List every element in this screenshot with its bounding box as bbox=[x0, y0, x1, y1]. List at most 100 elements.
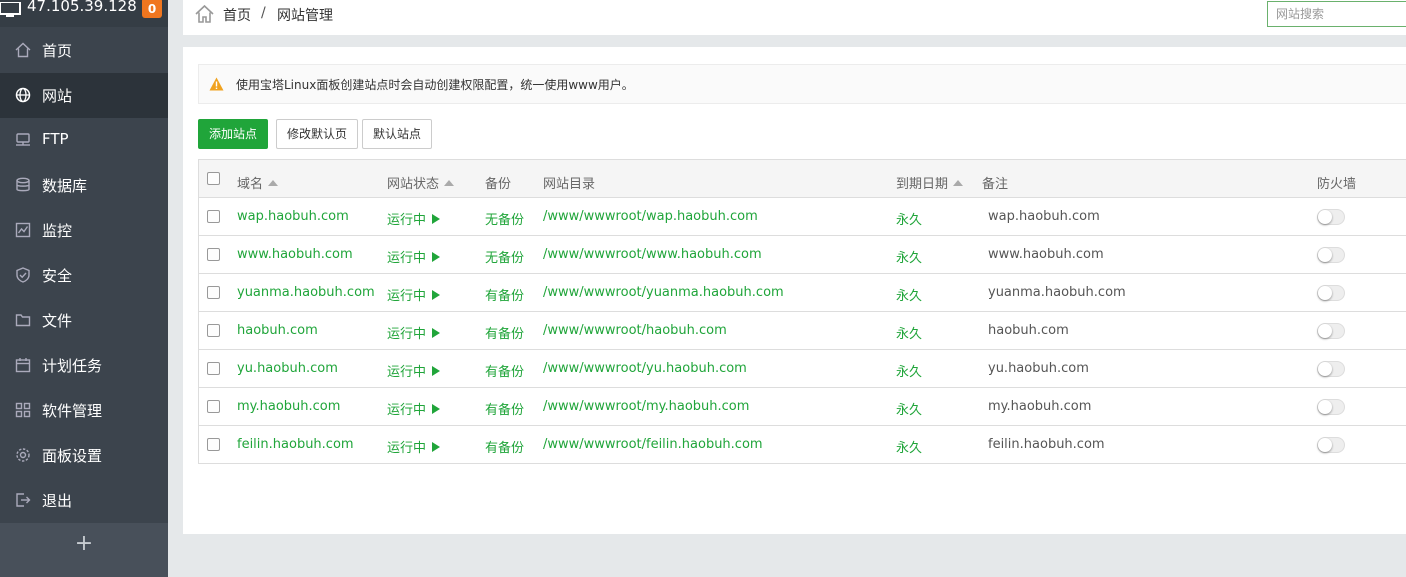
add-site-button[interactable]: 添加站点 bbox=[198, 119, 268, 149]
site-remark[interactable]: yuanma.haobuh.com bbox=[988, 285, 1126, 300]
site-path-link[interactable]: /www/wwwroot/www.haobuh.com bbox=[543, 247, 762, 262]
sidebar: 47.105.39.128 0 首页 网站 FTP 数据库 监控 安全文件计划任务 软件管理… bbox=[0, 0, 168, 577]
expiry-date[interactable]: 永久 bbox=[896, 209, 922, 228]
site-path-link[interactable]: /www/wwwroot/yu.haobuh.com bbox=[543, 361, 747, 376]
site-status-toggle[interactable]: 运行中 bbox=[387, 247, 441, 266]
site-status-toggle[interactable]: 运行中 bbox=[387, 323, 441, 342]
default-site-button[interactable]: 默认站点 bbox=[362, 119, 432, 149]
shield-icon bbox=[16, 267, 30, 283]
site-path-link[interactable]: /www/wwwroot/feilin.haobuh.com bbox=[543, 437, 763, 452]
site-domain-link[interactable]: yu.haobuh.com bbox=[237, 361, 338, 376]
table-row: wap.haobuh.com 运行中 无备份/www/wwwroot/wap.hao… bbox=[199, 198, 1406, 236]
globe-icon bbox=[15, 87, 31, 103]
site-status-toggle[interactable]: 运行中 bbox=[387, 361, 441, 380]
notification-badge[interactable]: 0 bbox=[142, 0, 162, 18]
firewall-toggle[interactable] bbox=[1317, 285, 1345, 301]
row-checkbox[interactable] bbox=[207, 438, 220, 451]
add-shortcut-button[interactable]: + bbox=[0, 523, 168, 577]
server-info: 47.105.39.128 0 bbox=[0, 0, 168, 27]
site-remark[interactable]: www.haobuh.com bbox=[988, 247, 1104, 262]
backup-link[interactable]: 有备份 bbox=[485, 399, 524, 418]
sidebar-item-label: 文件 bbox=[42, 312, 73, 330]
select-all-checkbox[interactable] bbox=[207, 172, 220, 185]
sidebar-item-gear[interactable]: 面板设置 bbox=[0, 433, 168, 478]
site-status-toggle[interactable]: 运行中 bbox=[387, 285, 441, 304]
site-remark[interactable]: feilin.haobuh.com bbox=[988, 437, 1105, 452]
row-checkbox[interactable] bbox=[207, 248, 220, 261]
site-path-link[interactable]: /www/wwwroot/haobuh.com bbox=[543, 323, 727, 338]
site-domain-link[interactable]: wap.haobuh.com bbox=[237, 209, 349, 224]
site-domain-link[interactable]: my.haobuh.com bbox=[237, 399, 340, 414]
site-path-link[interactable]: /www/wwwroot/yuanma.haobuh.com bbox=[543, 285, 784, 300]
play-icon bbox=[432, 404, 441, 414]
firewall-toggle[interactable] bbox=[1317, 209, 1345, 225]
row-checkbox[interactable] bbox=[207, 286, 220, 299]
site-search-input[interactable] bbox=[1267, 1, 1406, 27]
header-domain[interactable]: 域名 bbox=[237, 173, 279, 192]
sites-table: 域名 网站状态 备份 网站目录 到期日期 备注 防火墙 wap.haobuh.c… bbox=[198, 159, 1406, 464]
site-domain-link[interactable]: haobuh.com bbox=[237, 323, 318, 338]
backup-link[interactable]: 无备份 bbox=[485, 209, 524, 228]
row-checkbox[interactable] bbox=[207, 324, 220, 337]
site-path-link[interactable]: /www/wwwroot/my.haobuh.com bbox=[543, 399, 749, 414]
sidebar-item-home[interactable]: 首页 bbox=[0, 28, 168, 73]
site-status-toggle[interactable]: 运行中 bbox=[387, 399, 441, 418]
notice-text: 使用宝塔Linux面板创建站点时会自动创建权限配置，统一使用www用户。 bbox=[236, 78, 634, 92]
database-icon bbox=[16, 177, 30, 192]
site-domain-link[interactable]: www.haobuh.com bbox=[237, 247, 353, 262]
firewall-toggle[interactable] bbox=[1317, 323, 1345, 339]
sort-icon bbox=[444, 180, 455, 186]
toggle-knob bbox=[1318, 286, 1332, 300]
expiry-date[interactable]: 永久 bbox=[896, 285, 922, 304]
site-status-toggle[interactable]: 运行中 bbox=[387, 209, 441, 228]
row-checkbox[interactable] bbox=[207, 362, 220, 375]
backup-link[interactable]: 有备份 bbox=[485, 437, 524, 456]
sidebar-item-apps[interactable]: 软件管理 bbox=[0, 388, 168, 433]
firewall-toggle[interactable] bbox=[1317, 399, 1345, 415]
expiry-date[interactable]: 永久 bbox=[896, 399, 922, 418]
folder-icon bbox=[15, 314, 31, 327]
backup-link[interactable]: 有备份 bbox=[485, 361, 524, 380]
expiry-date[interactable]: 永久 bbox=[896, 323, 922, 342]
site-remark[interactable]: yu.haobuh.com bbox=[988, 361, 1089, 376]
table-row: yuanma.haobuh.com 运行中 有备份/www/wwwroot/yuan… bbox=[199, 274, 1406, 312]
site-remark[interactable]: my.haobuh.com bbox=[988, 399, 1091, 414]
sidebar-item-ftp[interactable]: FTP bbox=[0, 118, 168, 163]
backup-link[interactable]: 有备份 bbox=[485, 285, 524, 304]
backup-link[interactable]: 无备份 bbox=[485, 247, 524, 266]
site-remark[interactable]: haobuh.com bbox=[988, 323, 1069, 338]
table-row: www.haobuh.com 运行中 无备份/www/wwwroot/www.hao… bbox=[199, 236, 1406, 274]
header-expiry[interactable]: 到期日期 bbox=[896, 173, 964, 192]
sidebar-item-logout[interactable]: 退出 bbox=[0, 478, 168, 523]
sidebar-item-database[interactable]: 数据库 bbox=[0, 163, 168, 208]
expiry-date[interactable]: 永久 bbox=[896, 247, 922, 266]
sidebar-item-globe[interactable]: 网站 bbox=[0, 73, 168, 118]
home-icon bbox=[15, 42, 31, 58]
expiry-date[interactable]: 永久 bbox=[896, 361, 922, 380]
breadcrumb-home[interactable]: 首页 bbox=[223, 5, 251, 25]
firewall-toggle[interactable] bbox=[1317, 247, 1345, 263]
sidebar-item-label: 退出 bbox=[42, 492, 73, 510]
sort-icon bbox=[268, 180, 279, 186]
sidebar-item-shield[interactable]: 安全 bbox=[0, 253, 168, 298]
row-checkbox[interactable] bbox=[207, 400, 220, 413]
expiry-date[interactable]: 永久 bbox=[896, 437, 922, 456]
toggle-knob bbox=[1318, 400, 1332, 414]
table-row: haobuh.com 运行中 有备份/www/wwwroot/haobuh.com 永… bbox=[199, 312, 1406, 350]
sidebar-item-calendar[interactable]: 计划任务 bbox=[0, 343, 168, 388]
edit-default-page-button[interactable]: 修改默认页 bbox=[276, 119, 358, 149]
sidebar-item-monitor[interactable]: 监控 bbox=[0, 208, 168, 253]
site-domain-link[interactable]: yuanma.haobuh.com bbox=[237, 285, 375, 300]
site-path-link[interactable]: /www/wwwroot/wap.haobuh.com bbox=[543, 209, 758, 224]
sidebar-item-folder[interactable]: 文件 bbox=[0, 298, 168, 343]
firewall-toggle[interactable] bbox=[1317, 437, 1345, 453]
header-status[interactable]: 网站状态 bbox=[387, 173, 455, 192]
home-icon[interactable] bbox=[194, 4, 215, 24]
backup-link[interactable]: 有备份 bbox=[485, 323, 524, 342]
site-status-toggle[interactable]: 运行中 bbox=[387, 437, 441, 456]
toggle-knob bbox=[1318, 324, 1332, 338]
row-checkbox[interactable] bbox=[207, 210, 220, 223]
site-remark[interactable]: wap.haobuh.com bbox=[988, 209, 1100, 224]
site-domain-link[interactable]: feilin.haobuh.com bbox=[237, 437, 354, 452]
firewall-toggle[interactable] bbox=[1317, 361, 1345, 377]
